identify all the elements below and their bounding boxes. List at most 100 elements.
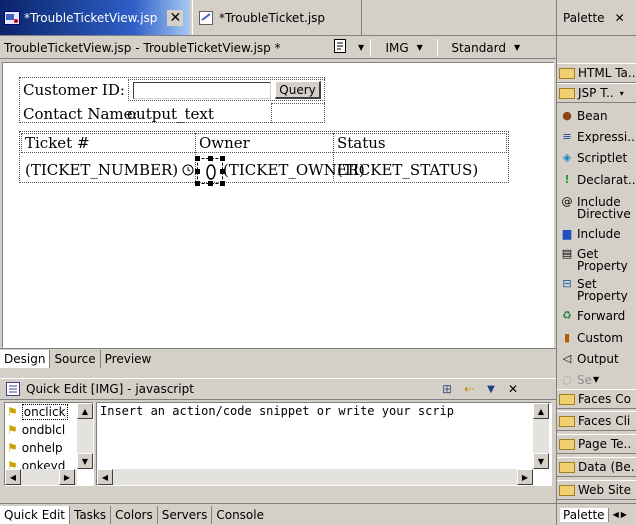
customer-id-label: Customer ID: [23,81,125,99]
toolbar-separator [437,38,439,57]
customer-id-input[interactable] [133,82,271,99]
tab-tasks[interactable]: Tasks [70,505,112,524]
scroll-down-button[interactable]: ▼ [533,453,549,469]
select-icon: ◌ [562,374,572,386]
palette-footer: Palette ◀ ▶ [557,503,636,525]
palette-item-bean[interactable]: ● Bean [557,110,636,122]
palette-item-set-property[interactable]: ⊟ Set Property [557,278,633,302]
folder-icon [559,438,575,450]
flag-icon: ⚑ [7,423,18,437]
drawer-faces-components[interactable]: Faces Co [557,389,636,409]
chevron-down-icon: ▼ [358,43,365,52]
tab-quick-edit[interactable]: Quick Edit [0,505,70,524]
quick-edit-icon [6,382,20,396]
jsp-file-icon [199,10,215,25]
resize-handle[interactable] [208,156,213,161]
selected-image[interactable] [195,156,225,186]
close-icon[interactable]: ✕ [167,9,184,26]
img-label: IMG [385,40,409,55]
menu-dropdown-icon[interactable]: ▼ [480,384,502,395]
drawer-jsp-tags[interactable]: JSP T.. ▾ [557,83,636,103]
scriptlet-icon: ◈ [562,152,572,164]
drawer-data-beans[interactable]: Data (Be.. [557,457,636,477]
get-property-icon: ▤ [561,248,573,260]
tab-console[interactable]: Console [212,506,268,524]
scroll-left-button[interactable]: ◀ [613,510,619,519]
flag-icon: ⚑ [7,441,18,455]
scroll-right-button[interactable]: ▶ [517,469,533,485]
chevron-down-icon: ▼ [593,375,600,384]
scroll-up-button[interactable]: ▲ [77,403,93,419]
palette-footer-tab[interactable]: Palette [560,507,609,522]
tab-preview[interactable]: Preview [101,350,156,368]
tab-colors[interactable]: Colors [111,505,158,524]
palette-item-include-directive[interactable]: @ Include Directive [557,196,633,220]
drawer-html-tags[interactable]: HTML Ta.. [557,63,636,83]
tab-servers[interactable]: Servers [158,505,213,524]
jsp-file-icon [4,10,20,25]
clock-icon[interactable] [182,164,194,176]
properties-dropdown[interactable]: ▼ [354,39,368,57]
img-dropdown[interactable]: IMG ▼ [373,39,435,57]
palette-item-declaration[interactable]: ! Declarat.. [557,174,636,186]
folder-icon [559,87,575,99]
tab-label: *TroubleTicketView.jsp [24,10,158,25]
tab-trouble-ticket-view[interactable]: *TroubleTicketView.jsp ✕ [0,0,190,35]
output-icon: ◁ [562,353,572,365]
palette-item-select[interactable]: ◌ Se ▼ [557,374,636,386]
chevron-down-icon: ▼ [416,43,423,52]
close-icon[interactable]: ✕ [502,382,524,396]
events-list[interactable]: ⚑ onclick ⚑ ondblcl ⚑ onhelp ⚑ onkeyd ▲ ▼ ◀ … [4,402,94,486]
palette-item-output[interactable]: ◁ Output [557,353,636,365]
resize-handle[interactable] [220,181,225,186]
scroll-down-button[interactable]: ▼ [77,453,93,469]
tab-source[interactable]: Source [50,349,101,368]
cell-ticket-number: (TICKET_NUMBER) [25,161,179,179]
include-directive-icon: @ [561,196,573,208]
tab-design[interactable]: Design [0,349,51,368]
tab-trouble-ticket[interactable]: *TroubleTicket.jsp [192,0,362,35]
resize-handle[interactable] [195,169,200,174]
palette-item-include[interactable]: ▆ Include [557,228,636,240]
resize-handle[interactable] [208,181,213,186]
scroll-right-button[interactable]: ▶ [59,469,75,485]
code-scrollbar-horizontal[interactable] [97,469,533,485]
header-status: Status [337,134,386,152]
scroll-left-button[interactable]: ◀ [5,469,21,485]
editor-toolbar: TroubleTicketView.jsp - TroubleTicketVie… [0,37,556,59]
scroll-right-button[interactable]: ▶ [621,510,627,519]
document-icon [334,39,346,56]
close-icon[interactable]: ✕ [615,11,625,25]
resize-handle[interactable] [195,156,200,161]
folder-icon [559,393,575,405]
resize-handle[interactable] [195,181,200,186]
quick-edit-header: Quick Edit [IMG] - javascript ⊞ ⇠ ▼ ✕ [0,378,556,400]
design-canvas[interactable]: Customer ID: Query Contact Name: output_… [2,62,554,348]
cell-outline [271,103,325,123]
palette-item-get-property[interactable]: ▤ Get Property [557,248,633,272]
drawer-page-template[interactable]: Page Te.. [557,434,636,454]
include-icon: ▆ [562,228,572,240]
drawer-faces-client[interactable]: Faces Cli [557,411,636,431]
palette-item-custom[interactable]: ▮ Custom [557,332,636,344]
query-button[interactable]: Query [275,81,321,99]
contact-name-label: Contact Name: [23,105,138,123]
drawer-web-site[interactable]: Web Site [557,480,636,500]
code-placeholder[interactable]: Insert an action/code snippet or write y… [100,404,532,418]
scroll-up-button[interactable]: ▲ [533,403,549,419]
properties-button[interactable] [330,39,354,57]
palette-item-expression[interactable]: ≡ Expressi.. [557,131,636,143]
header-ticket-number: Ticket # [25,134,90,152]
arrow-icon[interactable]: ⇠ [458,382,480,396]
code-editor[interactable]: Insert an action/code snippet or write y… [96,402,552,486]
custom-icon: ▮ [563,332,571,344]
folder-icon [559,461,575,473]
folder-icon [559,67,575,79]
scroll-left-button[interactable]: ◀ [97,469,113,485]
palette-item-forward[interactable]: ♻ Forward [557,310,636,322]
declaration-icon: ! [564,174,570,186]
standard-label: Standard [451,40,506,55]
standard-dropdown[interactable]: Standard ▼ [440,39,524,57]
palette-item-scriptlet[interactable]: ◈ Scriptlet [557,152,636,164]
snippet-icon[interactable]: ⊞ [436,382,458,396]
